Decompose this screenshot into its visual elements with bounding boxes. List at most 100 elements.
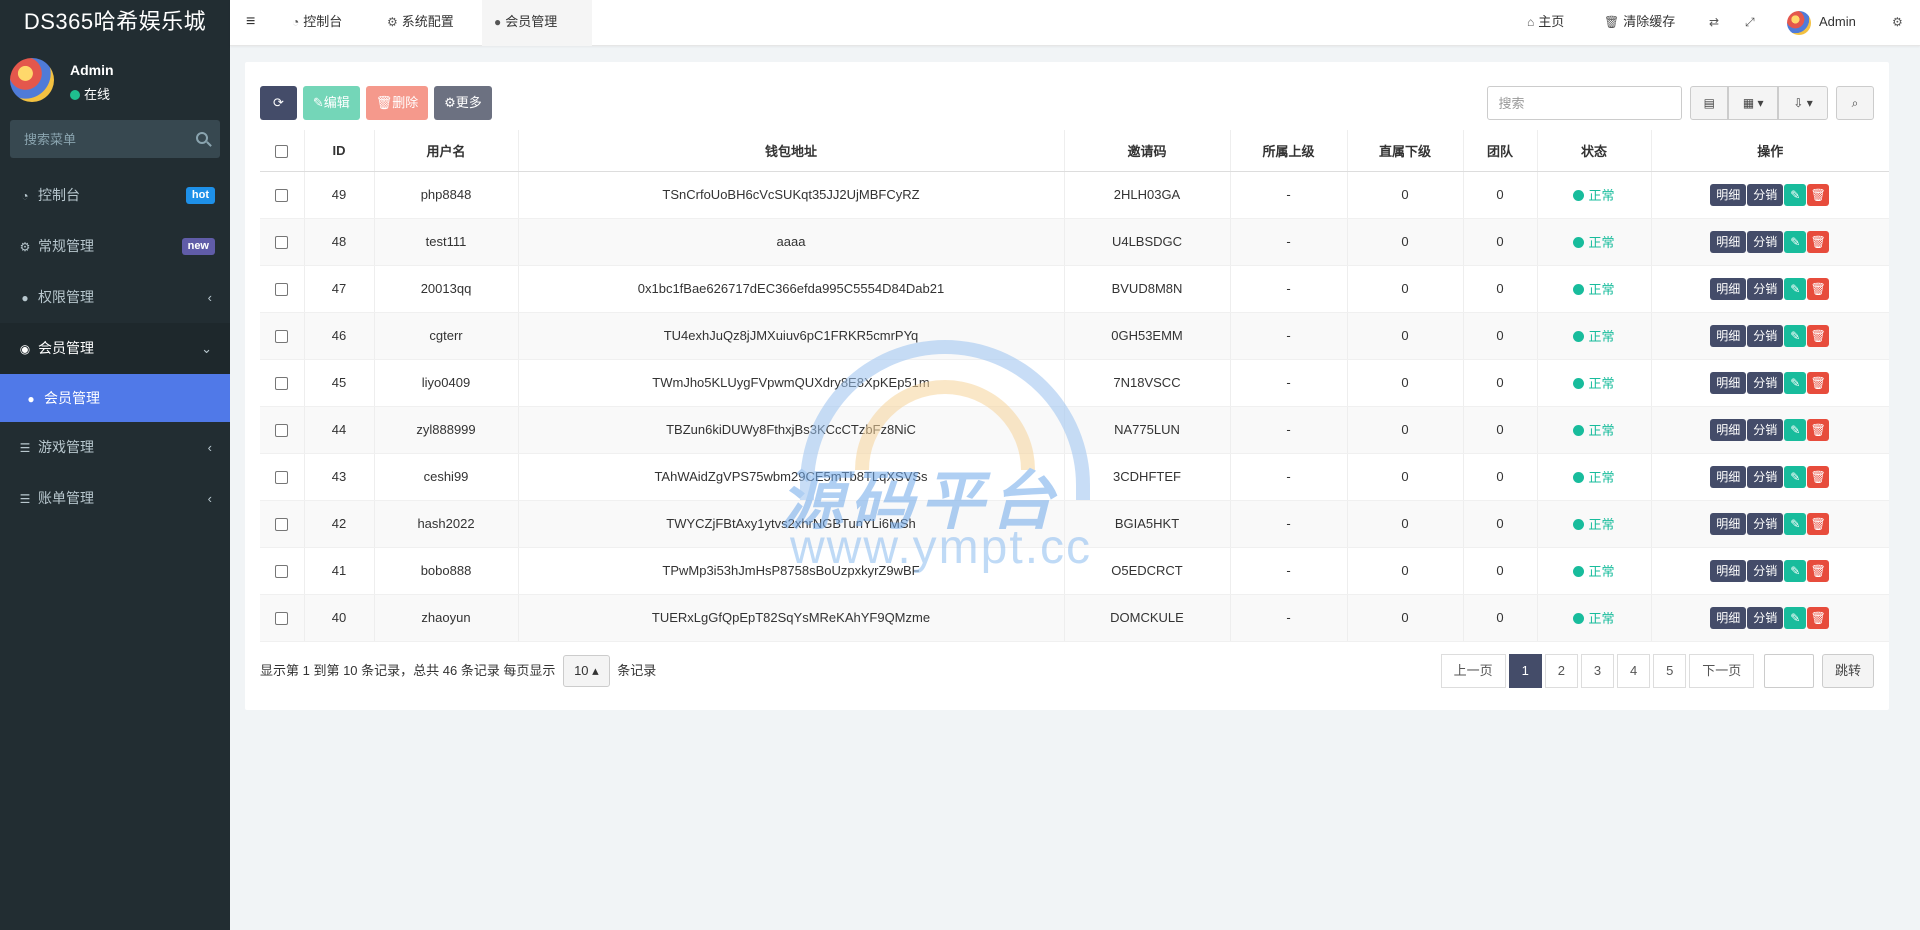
jump-page-input[interactable]	[1764, 654, 1815, 688]
home-link[interactable]: ⌂ 主页	[1515, 0, 1576, 46]
next-page-button[interactable]: 下一页	[1689, 654, 1755, 688]
row-delete-button[interactable]: 🗑	[1807, 371, 1830, 394]
distribution-button[interactable]: 分销	[1747, 230, 1784, 253]
row-checkbox[interactable]	[275, 565, 289, 579]
row-edit-button[interactable]: ✎	[1784, 324, 1807, 347]
user-circle-icon: ◉	[19, 342, 31, 356]
table-row: 40 zhaoyun TUERxLgGfQpEpT82SqYsMReKAhYF9QM…	[260, 594, 1889, 642]
admin-menu[interactable]: Admin	[1775, 0, 1868, 46]
row-delete-button[interactable]: 🗑	[1807, 512, 1830, 535]
app-logo[interactable]: DS365哈希娱乐城	[0, 0, 230, 46]
sidebar-item-auth[interactable]: ● 权限管理 ‹	[0, 272, 230, 323]
sidebar-item-bills[interactable]: ☰ 账单管理 ‹	[0, 473, 230, 524]
list-icon: ☰	[19, 441, 31, 455]
edit-button[interactable]: ✎编辑	[302, 86, 360, 120]
row-delete-button[interactable]: 🗑	[1807, 230, 1830, 253]
row-delete-button[interactable]: 🗑	[1807, 606, 1830, 629]
column-header-id[interactable]: ID	[304, 130, 375, 172]
cell-id: 42	[304, 500, 375, 548]
row-checkbox[interactable]	[275, 377, 289, 391]
distribution-button[interactable]: 分销	[1747, 512, 1784, 535]
sidebar-item-general[interactable]: ⚙ 常规管理 new	[0, 221, 230, 272]
detail-button[interactable]: 明细	[1710, 230, 1747, 253]
row-delete-button[interactable]: 🗑	[1807, 277, 1830, 300]
page-button-5[interactable]: 5	[1653, 654, 1687, 688]
page-button-4[interactable]: 4	[1616, 654, 1651, 688]
row-edit-button[interactable]: ✎	[1784, 371, 1807, 394]
row-edit-button[interactable]: ✎	[1784, 418, 1807, 441]
detail-button[interactable]: 明细	[1710, 324, 1747, 347]
more-button[interactable]: ⚙更多	[434, 86, 492, 120]
menu-search-input[interactable]	[10, 120, 220, 158]
refresh-button[interactable]: ⟳	[260, 86, 297, 120]
prev-page-button[interactable]: 上一页	[1440, 654, 1506, 688]
row-checkbox[interactable]	[275, 471, 289, 485]
sidebar-item-dashboard[interactable]: ◔ 控制台 hot	[0, 170, 230, 221]
row-edit-button[interactable]: ✎	[1784, 465, 1807, 488]
detail-button[interactable]: 明细	[1710, 512, 1747, 535]
select-all-checkbox[interactable]	[275, 144, 289, 158]
row-edit-button[interactable]: ✎	[1784, 606, 1807, 629]
language-button[interactable]: ⇄	[1697, 0, 1735, 46]
row-delete-button[interactable]: 🗑	[1807, 418, 1830, 441]
page-size-select[interactable]: 10 ▴	[563, 655, 610, 687]
cell-team: 0	[1463, 594, 1538, 642]
detail-button[interactable]: 明细	[1710, 371, 1747, 394]
sidebar-item-members[interactable]: ◉ 会员管理 ⌄	[0, 323, 230, 374]
clear-cache-button[interactable]: 🗑 清除缓存	[1592, 0, 1687, 46]
distribution-button[interactable]: 分销	[1747, 559, 1784, 582]
settings-button[interactable]: ⚙	[1880, 0, 1919, 46]
tab-system-config[interactable]: ⚙ 系统配置	[375, 0, 466, 46]
search-toggle-button[interactable]: ⌕	[1836, 86, 1874, 120]
distribution-button[interactable]: 分销	[1747, 465, 1784, 488]
columns-button[interactable]: ▦ ▾	[1728, 86, 1779, 120]
distribution-button[interactable]: 分销	[1747, 183, 1784, 206]
detail-button[interactable]: 明细	[1710, 606, 1747, 629]
row-checkbox[interactable]	[275, 189, 289, 203]
page-button-1[interactable]: 1	[1508, 654, 1542, 688]
row-edit-button[interactable]: ✎	[1784, 512, 1807, 535]
page-button-3[interactable]: 3	[1580, 654, 1615, 688]
sidebar-item-games[interactable]: ☰ 游戏管理 ‹	[0, 422, 230, 473]
cell-team: 0	[1463, 406, 1538, 454]
fullscreen-button[interactable]: ⤢	[1733, 0, 1771, 46]
sidebar-subitem-members[interactable]: ● 会员管理	[0, 374, 230, 422]
row-checkbox[interactable]	[275, 612, 289, 626]
row-edit-button[interactable]: ✎	[1784, 559, 1807, 582]
delete-button[interactable]: 🗑删除	[365, 86, 429, 120]
row-delete-button[interactable]: 🗑	[1807, 183, 1830, 206]
row-edit-button[interactable]: ✎	[1784, 230, 1807, 253]
detail-button[interactable]: 明细	[1710, 277, 1747, 300]
row-checkbox[interactable]	[275, 330, 289, 344]
detail-button[interactable]: 明细	[1710, 465, 1747, 488]
toggle-view-button[interactable]: ▤	[1690, 86, 1729, 120]
distribution-button[interactable]: 分销	[1747, 371, 1784, 394]
search-icon[interactable]	[196, 132, 208, 144]
row-edit-button[interactable]: ✎	[1784, 277, 1807, 300]
detail-button[interactable]: 明细	[1710, 418, 1747, 441]
row-checkbox[interactable]	[275, 236, 289, 250]
page-button-2[interactable]: 2	[1544, 654, 1578, 688]
row-checkbox[interactable]	[275, 518, 289, 532]
tab-members[interactable]: ● 会员管理	[482, 0, 592, 46]
table-search-input[interactable]	[1488, 87, 1682, 119]
row-checkbox[interactable]	[275, 283, 289, 297]
row-edit-button[interactable]: ✎	[1784, 183, 1807, 206]
detail-button[interactable]: 明细	[1710, 559, 1747, 582]
row-delete-button[interactable]: 🗑	[1807, 559, 1830, 582]
distribution-button[interactable]: 分销	[1747, 277, 1784, 300]
user-panel: Admin 在线	[0, 46, 230, 120]
sidebar-toggle-button[interactable]: ≡	[234, 0, 267, 46]
distribution-button[interactable]: 分销	[1747, 606, 1784, 629]
cell-username: bobo888	[374, 547, 519, 595]
export-button[interactable]: ⇩ ▾	[1778, 86, 1829, 120]
jump-button[interactable]: 跳转	[1821, 654, 1874, 688]
cell-username: ceshi99	[374, 453, 519, 501]
row-delete-button[interactable]: 🗑	[1807, 465, 1830, 488]
row-delete-button[interactable]: 🗑	[1807, 324, 1830, 347]
tab-dashboard[interactable]: ◔ 控制台	[280, 0, 354, 46]
distribution-button[interactable]: 分销	[1747, 324, 1784, 347]
row-checkbox[interactable]	[275, 424, 289, 438]
distribution-button[interactable]: 分销	[1747, 418, 1784, 441]
detail-button[interactable]: 明细	[1710, 183, 1747, 206]
